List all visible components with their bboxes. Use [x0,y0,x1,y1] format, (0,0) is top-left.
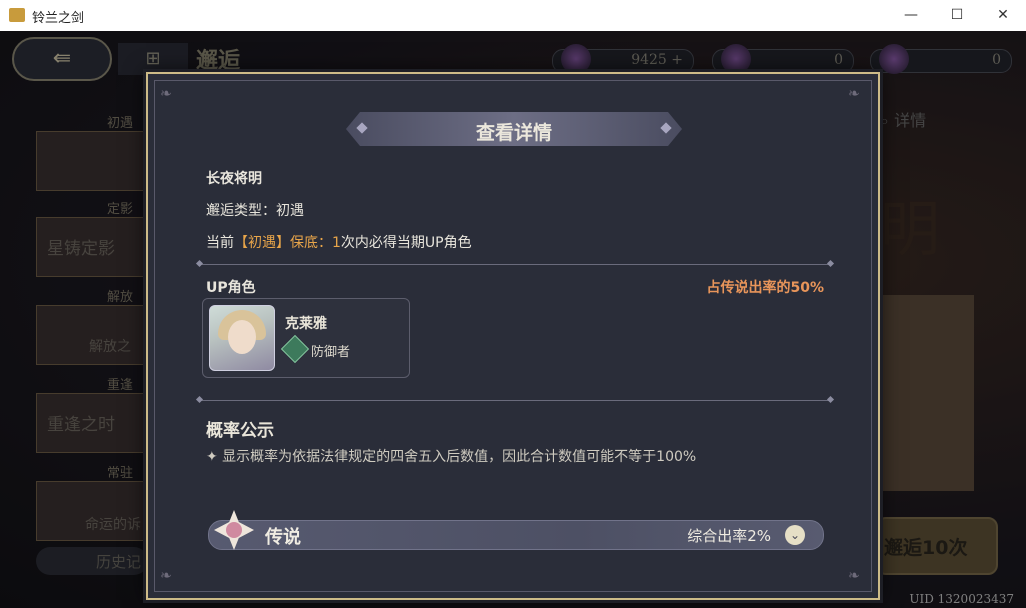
up-share-rate: 占传说出率的50% [706,280,824,296]
corner-ornament-icon: ❧ [848,568,860,584]
chevron-down-icon[interactable]: ⌄ [785,525,805,545]
character-role: 防御者 [311,345,351,360]
window-title: 铃兰之剑 [32,11,85,26]
modal-header: 查看详情 [346,112,682,146]
minimize-button[interactable]: — [888,0,934,31]
character-portrait [209,305,275,371]
up-character-card[interactable]: 克莱雅 防御者 [202,298,410,378]
detail-modal: ❧ ❧ ❧ ❧ 查看详情 长夜将明 邂逅类型：初遇 当前【初遇】保底：1次内必得… [146,72,880,600]
probability-title: 概率公示 [206,421,274,441]
probability-note: ✦ 显示概率为依据法律规定的四舍五入后数值，因此合计数值可能不等于100% [206,449,697,465]
up-section-label: UP角色 [206,280,256,296]
modal-title: 查看详情 [475,122,552,144]
banner-type: 邂逅类型：初遇 [206,203,304,219]
app-icon [9,8,25,22]
pity-line: 当前【初遇】保底：1次内必得当期UP角色 [206,232,472,252]
pity-count: 1 [332,235,341,251]
rarity-rate: 综合出率2% [687,527,771,545]
character-name: 克莱雅 [285,316,327,332]
legend-rarity-row[interactable]: 传说 综合出率2% ⌄ [208,520,824,550]
divider [200,264,830,265]
corner-ornament-icon: ❧ [848,86,860,102]
game-viewport: ⇚ ⊞ 邂逅 9425 + 0 0 初遇 定影 星铸定影 解放 解放之 重逢 重… [0,31,1026,608]
corner-ornament-icon: ❧ [160,568,172,584]
close-button[interactable]: ✕ [980,0,1026,31]
pity-suffix: 次内必得当期UP角色 [340,235,472,251]
divider [200,400,830,401]
defender-icon [280,334,310,364]
title-bar: 铃兰之剑 — ☐ ✕ [0,0,1026,32]
pity-prefix: 当前 [206,235,234,251]
maximize-button[interactable]: ☐ [934,0,980,31]
rarity-label: 传说 [265,527,301,548]
banner-name: 长夜将明 [206,171,262,187]
pity-tag: 【初遇】 [234,235,290,251]
corner-ornament-icon: ❧ [160,86,172,102]
pity-label: 保底： [290,235,332,251]
